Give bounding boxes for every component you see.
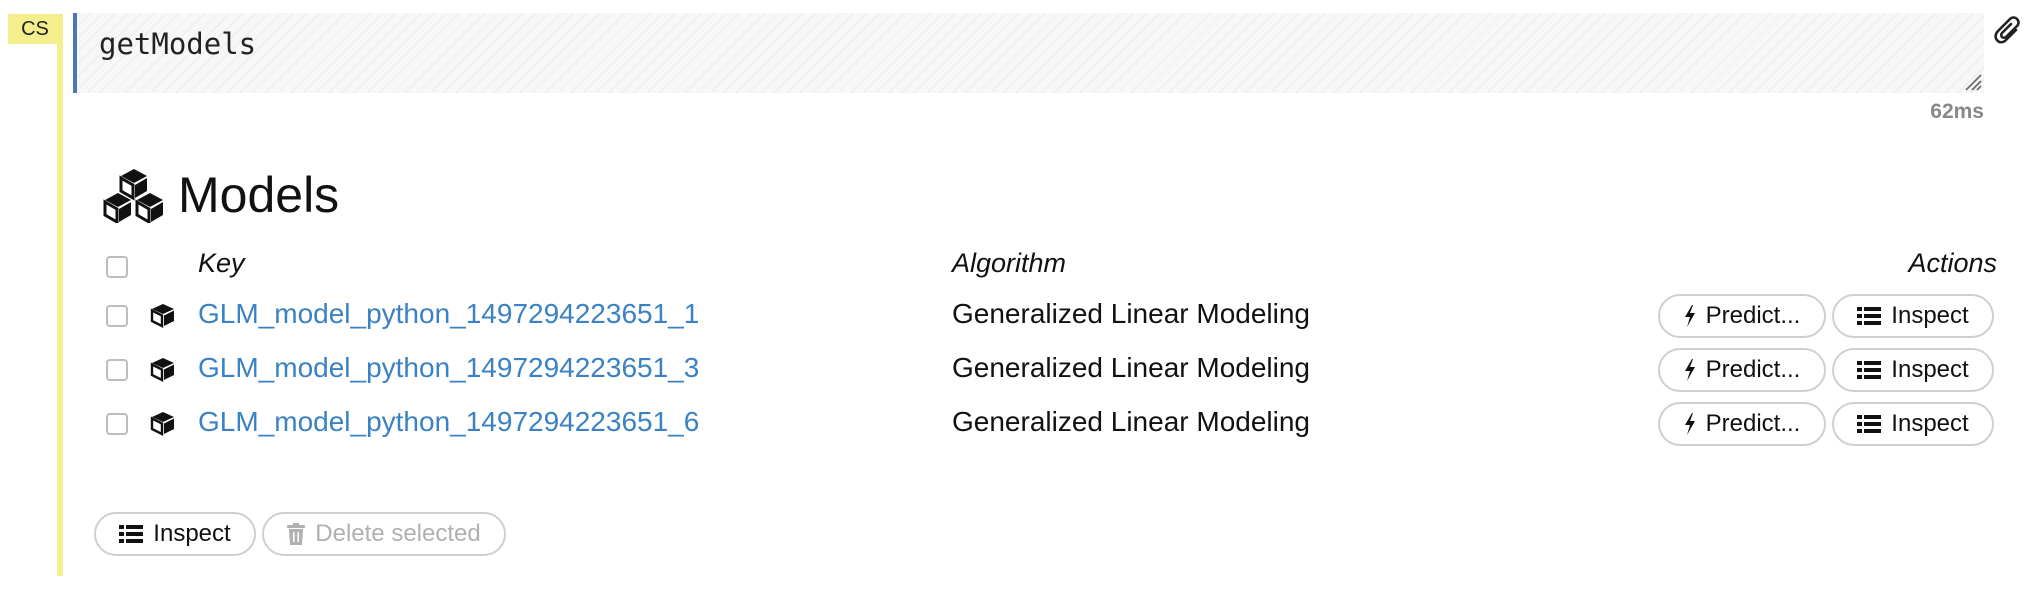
select-all-checkbox[interactable] <box>106 256 128 278</box>
row-checkbox[interactable] <box>106 359 128 381</box>
model-algorithm: Generalized Linear Modeling <box>952 406 1310 437</box>
inspect-button[interactable]: Inspect <box>1832 348 1994 392</box>
predict-button[interactable]: Predict... <box>1658 294 1826 338</box>
row-checkbox[interactable] <box>106 305 128 327</box>
predict-button[interactable]: Predict... <box>1658 402 1826 446</box>
code-editor[interactable]: getModels <box>73 13 1984 93</box>
delete-selected-button-label: Delete selected <box>315 520 481 547</box>
models-heading: Models <box>102 164 339 226</box>
resize-handle-icon[interactable] <box>1962 71 1982 91</box>
inspect-button-label: Inspect <box>1891 356 1969 383</box>
column-header-key: Key <box>198 248 245 278</box>
model-key-link[interactable]: GLM_model_python_1497294223651_6 <box>198 406 699 438</box>
column-header-algorithm: Algorithm <box>952 248 1067 278</box>
cubes-icon <box>103 169 163 223</box>
inspect-all-button-label: Inspect <box>153 520 231 547</box>
cell-type-tag: CS <box>8 14 62 44</box>
paperclip-icon[interactable] <box>1994 16 2024 50</box>
editor-code[interactable]: getModels <box>99 27 256 61</box>
bolt-icon <box>1684 305 1695 327</box>
inspect-button-label: Inspect <box>1891 302 1969 329</box>
cell-selection-bar <box>57 14 63 576</box>
predict-button-label: Predict... <box>1705 356 1801 383</box>
elapsed-time: 62ms <box>1930 100 1984 123</box>
cube-icon <box>150 412 174 436</box>
model-algorithm: Generalized Linear Modeling <box>952 352 1310 383</box>
inspect-all-button[interactable]: Inspect <box>94 512 256 556</box>
list-icon <box>1857 361 1882 379</box>
list-icon <box>119 525 144 543</box>
cube-icon <box>150 358 174 382</box>
bolt-icon <box>1684 413 1695 435</box>
trash-icon <box>287 523 306 545</box>
predict-button[interactable]: Predict... <box>1658 348 1826 392</box>
predict-button-label: Predict... <box>1705 302 1801 329</box>
inspect-button[interactable]: Inspect <box>1832 294 1994 338</box>
inspect-button-label: Inspect <box>1891 410 1969 437</box>
page-title: Models <box>178 167 340 223</box>
row-checkbox[interactable] <box>106 413 128 435</box>
model-key-link[interactable]: GLM_model_python_1497294223651_3 <box>198 352 699 384</box>
model-algorithm: Generalized Linear Modeling <box>952 298 1310 329</box>
list-icon <box>1857 307 1882 325</box>
model-key-link[interactable]: GLM_model_python_1497294223651_1 <box>198 298 699 330</box>
cube-icon <box>150 304 174 328</box>
delete-selected-button[interactable]: Delete selected <box>262 512 506 556</box>
bolt-icon <box>1684 359 1695 381</box>
predict-button-label: Predict... <box>1705 410 1801 437</box>
list-icon <box>1857 415 1882 433</box>
inspect-button[interactable]: Inspect <box>1832 402 1994 446</box>
column-header-actions: Actions <box>1908 248 1997 278</box>
